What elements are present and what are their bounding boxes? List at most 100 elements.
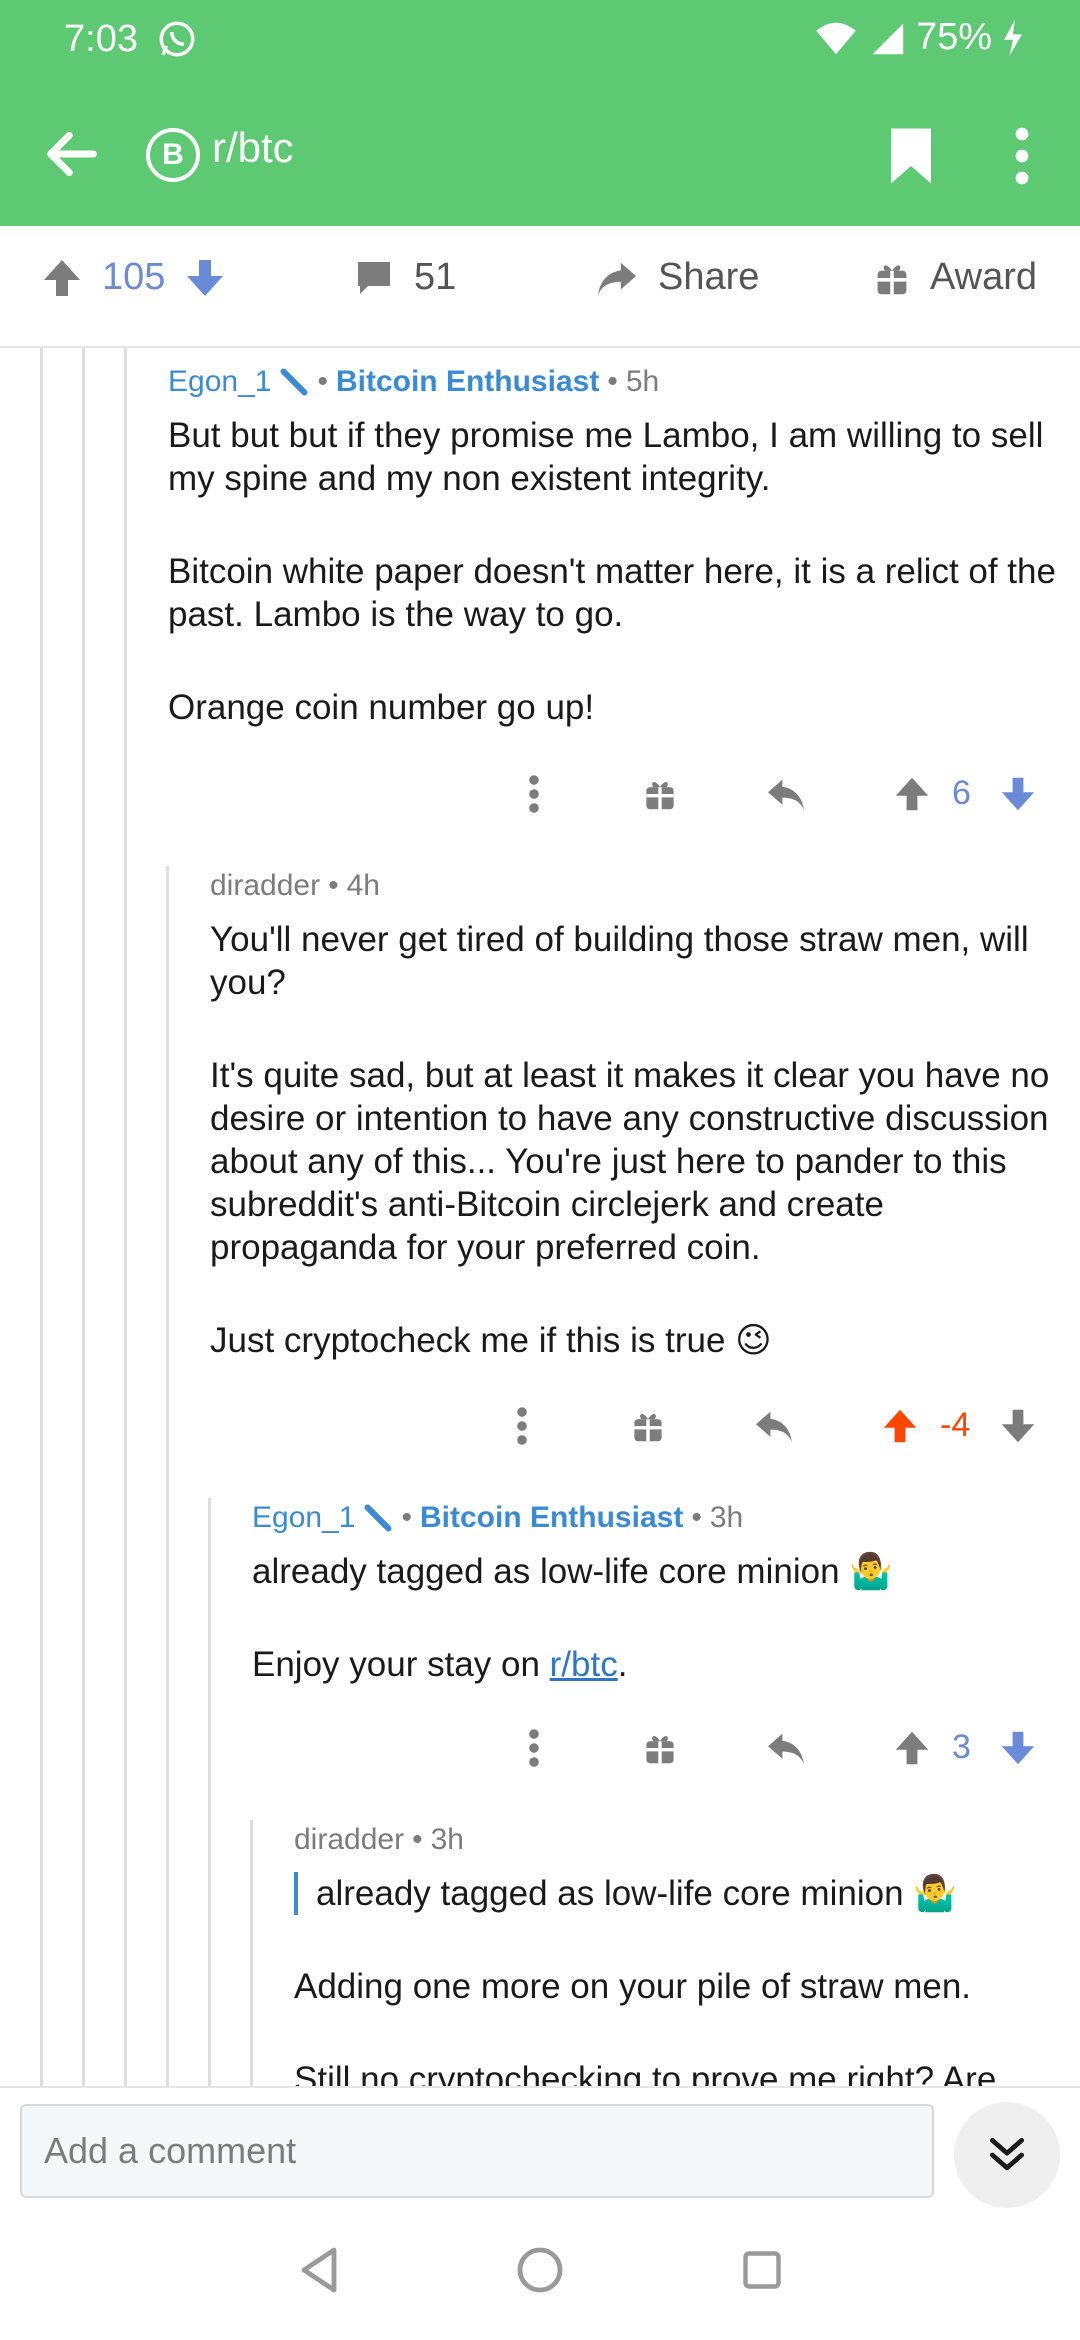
comment-downvote-button[interactable]: [996, 1404, 1040, 1448]
signal-icon: [872, 23, 904, 54]
reply-icon: [756, 1411, 792, 1443]
quoted-text: already tagged as low-life core minion 🤷…: [294, 1872, 1060, 1915]
share-label: Share: [658, 256, 760, 298]
share-button[interactable]: Share: [596, 256, 759, 299]
share-icon: [597, 262, 637, 295]
comment-body: already tagged as low-life core minion 🤷…: [294, 1872, 1060, 2086]
comment-item: diradder • 4h You'll never get tired of …: [210, 866, 1060, 1362]
comment-paragraph: You'll never get tired of building those…: [210, 920, 1029, 1002]
comment-meta: Egon_1 • Bitcoin Enthusiast • 3h: [252, 1501, 744, 1535]
more-options-icon[interactable]: [1004, 126, 1040, 186]
gift-icon: [877, 264, 907, 294]
comment-paragraph: Orange coin number go up!: [168, 688, 595, 727]
comment-age: 4h: [346, 869, 380, 902]
comment-age: 5h: [625, 365, 660, 398]
collapse-button[interactable]: [954, 2102, 1060, 2208]
gift-icon: [634, 1414, 662, 1442]
comments-button[interactable]: 51: [354, 256, 456, 299]
square-recents-icon: [743, 2251, 781, 2289]
whatsapp-icon: [159, 21, 195, 57]
comment-body: You'll never get tired of building those…: [210, 918, 1060, 1362]
comment-body: But but but if they promise me Lambo, I …: [168, 414, 1058, 729]
comment-author[interactable]: Egon_1: [252, 1501, 355, 1535]
comment-author[interactable]: diradder: [294, 1823, 404, 1857]
comment-icon: [358, 261, 390, 294]
thread-indent-line: [166, 866, 169, 2086]
downvote-icon[interactable]: [185, 258, 225, 298]
comment-actions: 3: [0, 1720, 1080, 1780]
charging-icon: [1004, 19, 1022, 56]
bookmark-icon[interactable]: [886, 126, 936, 186]
post-vote-group: 105: [42, 256, 225, 299]
comment-paragraph: Enjoy your stay on r/btc.: [252, 1645, 628, 1684]
comment-score: 6: [952, 774, 971, 812]
comment-age: 3h: [430, 1823, 464, 1856]
comment-age: 3h: [709, 1501, 744, 1534]
more-vertical-icon: [529, 775, 539, 813]
comment-paragraph: But but but if they promise me Lambo, I …: [168, 416, 1044, 498]
comment-award-button[interactable]: [626, 1404, 670, 1448]
comment-meta: diradder • 3h: [294, 1823, 464, 1857]
upvote-icon: [895, 1731, 929, 1765]
post-score: 105: [102, 256, 166, 298]
comment-paragraph: already tagged as low-life core minion 🤷…: [252, 1552, 893, 1591]
reply-icon: [768, 779, 804, 811]
thread-indent-line: [250, 1820, 253, 2086]
comment-item: Egon_1 • Bitcoin Enthusiast • 3h already…: [252, 1498, 1060, 1686]
more-vertical-icon: [529, 1729, 539, 1767]
thread-indent-line: [82, 348, 85, 2086]
comment-paragraph: Still no cryptochecking to prove me righ…: [294, 2060, 997, 2086]
status-indicators: 75%: [814, 16, 1024, 59]
award-button[interactable]: Award: [874, 256, 1037, 299]
award-label: Award: [930, 256, 1038, 298]
app-bar: B r/btc: [0, 80, 1080, 226]
comment-reply-button[interactable]: [752, 1404, 796, 1448]
moderator-tag-icon: [280, 368, 308, 396]
comment-upvote-button[interactable]: [878, 1404, 922, 1448]
thread-indent-line: [208, 1498, 211, 2086]
downvote-icon: [1001, 1731, 1035, 1765]
comment-more-button[interactable]: [500, 1404, 544, 1448]
comment-author[interactable]: Egon_1: [168, 365, 271, 399]
status-time: 7:03: [64, 18, 138, 60]
comment-downvote-button[interactable]: [996, 1726, 1040, 1770]
comment-reply-button[interactable]: [764, 772, 808, 816]
bitcoin-icon: B: [146, 128, 200, 182]
more-vertical-icon: [517, 1407, 527, 1445]
comment-thread[interactable]: Egon_1 • Bitcoin Enthusiast • 5h But but…: [0, 348, 1080, 2086]
status-bar: 7:03 75%: [0, 0, 1080, 80]
comment-item: diradder • 3h already tagged as low-life…: [294, 1820, 1060, 2086]
upvote-icon[interactable]: [42, 258, 82, 298]
comment-upvote-button[interactable]: [890, 772, 934, 816]
upvote-icon: [883, 1409, 917, 1443]
gift-icon: [646, 782, 674, 810]
user-flair: Bitcoin Enthusiast: [419, 1501, 684, 1534]
comment-body: already tagged as low-life core minion 🤷…: [252, 1550, 1060, 1686]
comment-meta: diradder • 4h: [210, 869, 380, 903]
comment-author[interactable]: diradder: [210, 869, 320, 903]
system-nav-bar: [0, 2208, 1080, 2340]
comment-score: 3: [952, 1728, 971, 1766]
thread-indent-line: [40, 348, 43, 2086]
comment-actions: -4: [0, 1398, 1080, 1458]
back-arrow-icon[interactable]: [40, 122, 104, 186]
comment-award-button[interactable]: [638, 772, 682, 816]
moderator-tag-icon: [364, 1504, 392, 1532]
subreddit-title[interactable]: r/btc: [212, 124, 294, 172]
comment-actions: 6: [0, 766, 1080, 826]
comment-award-button[interactable]: [638, 1726, 682, 1770]
nav-home-button[interactable]: [508, 2238, 572, 2302]
comment-more-button[interactable]: [512, 772, 556, 816]
subreddit-link[interactable]: r/btc: [550, 1645, 618, 1684]
gift-icon: [646, 1736, 674, 1764]
nav-back-button[interactable]: [288, 2238, 352, 2302]
add-comment-input[interactable]: Add a comment: [20, 2104, 934, 2198]
comment-upvote-button[interactable]: [890, 1726, 934, 1770]
comment-paragraph: Just cryptocheck me if this is true 😉: [210, 1321, 772, 1360]
comment-score: -4: [940, 1406, 971, 1444]
nav-recents-button[interactable]: [730, 2238, 794, 2302]
comment-downvote-button[interactable]: [996, 772, 1040, 816]
comment-composer: Add a comment: [0, 2086, 1080, 2208]
comment-more-button[interactable]: [512, 1726, 556, 1770]
comment-reply-button[interactable]: [764, 1726, 808, 1770]
